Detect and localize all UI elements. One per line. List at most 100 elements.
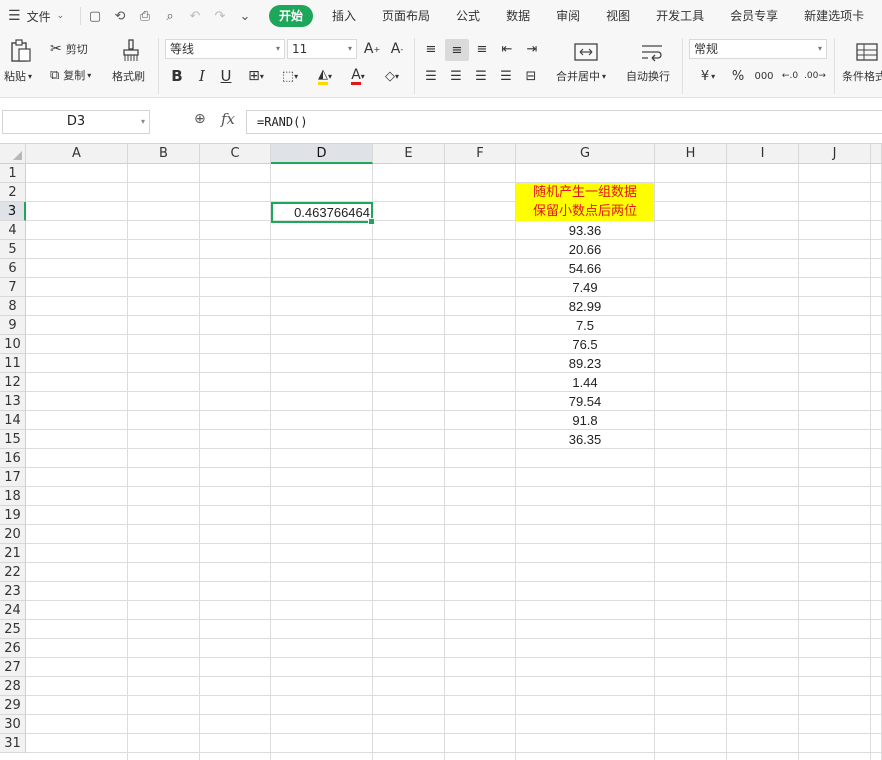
- redo-icon[interactable]: ↷: [212, 9, 228, 24]
- tab-6[interactable]: 视图: [593, 5, 643, 27]
- increase-indent-icon[interactable]: ⇥: [522, 39, 542, 59]
- paste-icon[interactable]: [8, 38, 34, 64]
- customize-icon[interactable]: ⌄: [237, 9, 253, 24]
- tab-2[interactable]: 页面布局: [369, 5, 443, 27]
- column-header-j[interactable]: J: [799, 144, 871, 164]
- row-header-17[interactable]: 17: [0, 468, 26, 487]
- cell-g8[interactable]: 82.99: [516, 297, 654, 316]
- column-header-i[interactable]: I: [727, 144, 799, 164]
- row-header-23[interactable]: 23: [0, 582, 26, 601]
- row-header-8[interactable]: 8: [0, 297, 26, 316]
- tab-7[interactable]: 开发工具: [643, 5, 717, 27]
- row-header-13[interactable]: 13: [0, 392, 26, 411]
- number-format-select[interactable]: 常规 ▾: [689, 39, 827, 59]
- cell-g12[interactable]: 1.44: [516, 373, 654, 392]
- row-header-27[interactable]: 27: [0, 658, 26, 677]
- column-header-b[interactable]: B: [128, 144, 200, 164]
- column-header-h[interactable]: H: [655, 144, 727, 164]
- row-header-10[interactable]: 10: [0, 335, 26, 354]
- align-top-icon[interactable]: ≡: [421, 39, 441, 59]
- justify-icon[interactable]: ☰: [496, 66, 516, 86]
- wrap-text-button[interactable]: 自动换行: [626, 68, 670, 84]
- fill-style-icon[interactable]: ⬚ ▾: [276, 66, 304, 86]
- cell-d3[interactable]: 0.463766464: [272, 203, 372, 222]
- row-header-21[interactable]: 21: [0, 544, 26, 563]
- align-left-icon[interactable]: ☰: [421, 66, 441, 86]
- column-header-c[interactable]: C: [200, 144, 271, 164]
- row-header-18[interactable]: 18: [0, 487, 26, 506]
- print-icon[interactable]: ⎙: [137, 9, 153, 24]
- currency-icon[interactable]: ¥ ▾: [694, 66, 722, 86]
- merge-center-button[interactable]: 合并居中 ▾: [556, 68, 606, 84]
- row-header-31[interactable]: 31: [0, 734, 26, 753]
- column-header-d[interactable]: D: [271, 144, 373, 164]
- conditional-format-icon[interactable]: [855, 40, 879, 64]
- align-right-icon[interactable]: ☰: [471, 66, 491, 86]
- row-header-5[interactable]: 5: [0, 240, 26, 259]
- cell-g15[interactable]: 36.35: [516, 430, 654, 449]
- row-header-20[interactable]: 20: [0, 525, 26, 544]
- column-header-e[interactable]: E: [373, 144, 445, 164]
- column-header-a[interactable]: A: [26, 144, 128, 164]
- bold-icon[interactable]: B: [168, 66, 186, 86]
- cell-g6[interactable]: 54.66: [516, 259, 654, 278]
- row-header-11[interactable]: 11: [0, 354, 26, 373]
- row-header-14[interactable]: 14: [0, 411, 26, 430]
- font-name-select[interactable]: 等线 ▾: [165, 39, 285, 59]
- conditional-format-button[interactable]: 条件格式: [842, 68, 882, 84]
- format-painter-button[interactable]: 格式刷: [112, 68, 145, 84]
- file-menu[interactable]: ☰ 文件 ⌄: [0, 8, 80, 25]
- wrap-text-icon[interactable]: [638, 40, 666, 64]
- undo-icon[interactable]: ↶: [187, 9, 203, 24]
- cell-g4[interactable]: 93.36: [516, 221, 654, 240]
- decrease-decimal-icon[interactable]: .00→: [804, 66, 826, 86]
- thousands-icon[interactable]: 000: [753, 66, 775, 86]
- cell-g3-subtitle[interactable]: 保留小数点后两位: [516, 202, 654, 221]
- merge-center-icon[interactable]: [572, 40, 600, 64]
- cell-g7[interactable]: 7.49: [516, 278, 654, 297]
- cell-g9[interactable]: 7.5: [516, 316, 654, 335]
- borders-icon[interactable]: ⊞ ▾: [243, 66, 269, 86]
- italic-icon[interactable]: I: [193, 66, 211, 86]
- row-header-25[interactable]: 25: [0, 620, 26, 639]
- column-header-f[interactable]: F: [445, 144, 516, 164]
- clear-icon[interactable]: ◇ ▾: [378, 66, 406, 86]
- row-header-15[interactable]: 15: [0, 430, 26, 449]
- tab-9[interactable]: 新建选项卡: [791, 5, 877, 27]
- tab-5[interactable]: 审阅: [543, 5, 593, 27]
- format-painter-icon[interactable]: [120, 38, 142, 64]
- paste-button[interactable]: 粘贴 ▾: [4, 68, 32, 84]
- align-middle-icon[interactable]: ≡: [445, 39, 469, 61]
- row-header-16[interactable]: 16: [0, 449, 26, 468]
- decrease-indent-icon[interactable]: ⇤: [497, 39, 517, 59]
- save-icon[interactable]: ▢: [87, 9, 103, 24]
- tab-0[interactable]: 开始: [269, 5, 314, 27]
- row-header-24[interactable]: 24: [0, 601, 26, 620]
- row-header-29[interactable]: 29: [0, 696, 26, 715]
- cell-g5[interactable]: 20.66: [516, 240, 654, 259]
- row-header-2[interactable]: 2: [0, 183, 26, 202]
- row-header-22[interactable]: 22: [0, 563, 26, 582]
- row-header-7[interactable]: 7: [0, 278, 26, 297]
- name-box[interactable]: D3 ▾: [2, 110, 150, 134]
- spreadsheet-grid[interactable]: A B C D E F G H I J 1 2 3 4 5 6 7 8 9 10 11 12 13 14 15 16 17 18 19 2…: [0, 144, 882, 760]
- cell-g2-title[interactable]: 随机产生一组数据: [516, 183, 654, 202]
- cut-button[interactable]: ✂ 剪切: [50, 40, 88, 58]
- cell-g11[interactable]: 89.23: [516, 354, 654, 373]
- tab-4[interactable]: 数据: [493, 5, 543, 27]
- increase-font-icon[interactable]: A +: [363, 39, 381, 59]
- row-header-19[interactable]: 19: [0, 506, 26, 525]
- increase-decimal-icon[interactable]: ←.0: [779, 66, 801, 86]
- zoom-icon[interactable]: ⊕: [194, 111, 206, 127]
- row-header-9[interactable]: 9: [0, 316, 26, 335]
- align-center-icon[interactable]: ☰: [446, 66, 466, 86]
- distributed-icon[interactable]: ⊟: [521, 66, 541, 86]
- row-header-12[interactable]: 12: [0, 373, 26, 392]
- print-preview-icon[interactable]: ⌕: [162, 9, 178, 24]
- tab-8[interactable]: 会员专享: [717, 5, 791, 27]
- fill-color-icon[interactable]: ◭ ▾: [310, 66, 340, 86]
- font-size-select[interactable]: 11 ▾: [287, 39, 357, 59]
- row-header-1[interactable]: 1: [0, 164, 26, 183]
- font-color-icon[interactable]: A ▾: [344, 66, 372, 86]
- row-header-26[interactable]: 26: [0, 639, 26, 658]
